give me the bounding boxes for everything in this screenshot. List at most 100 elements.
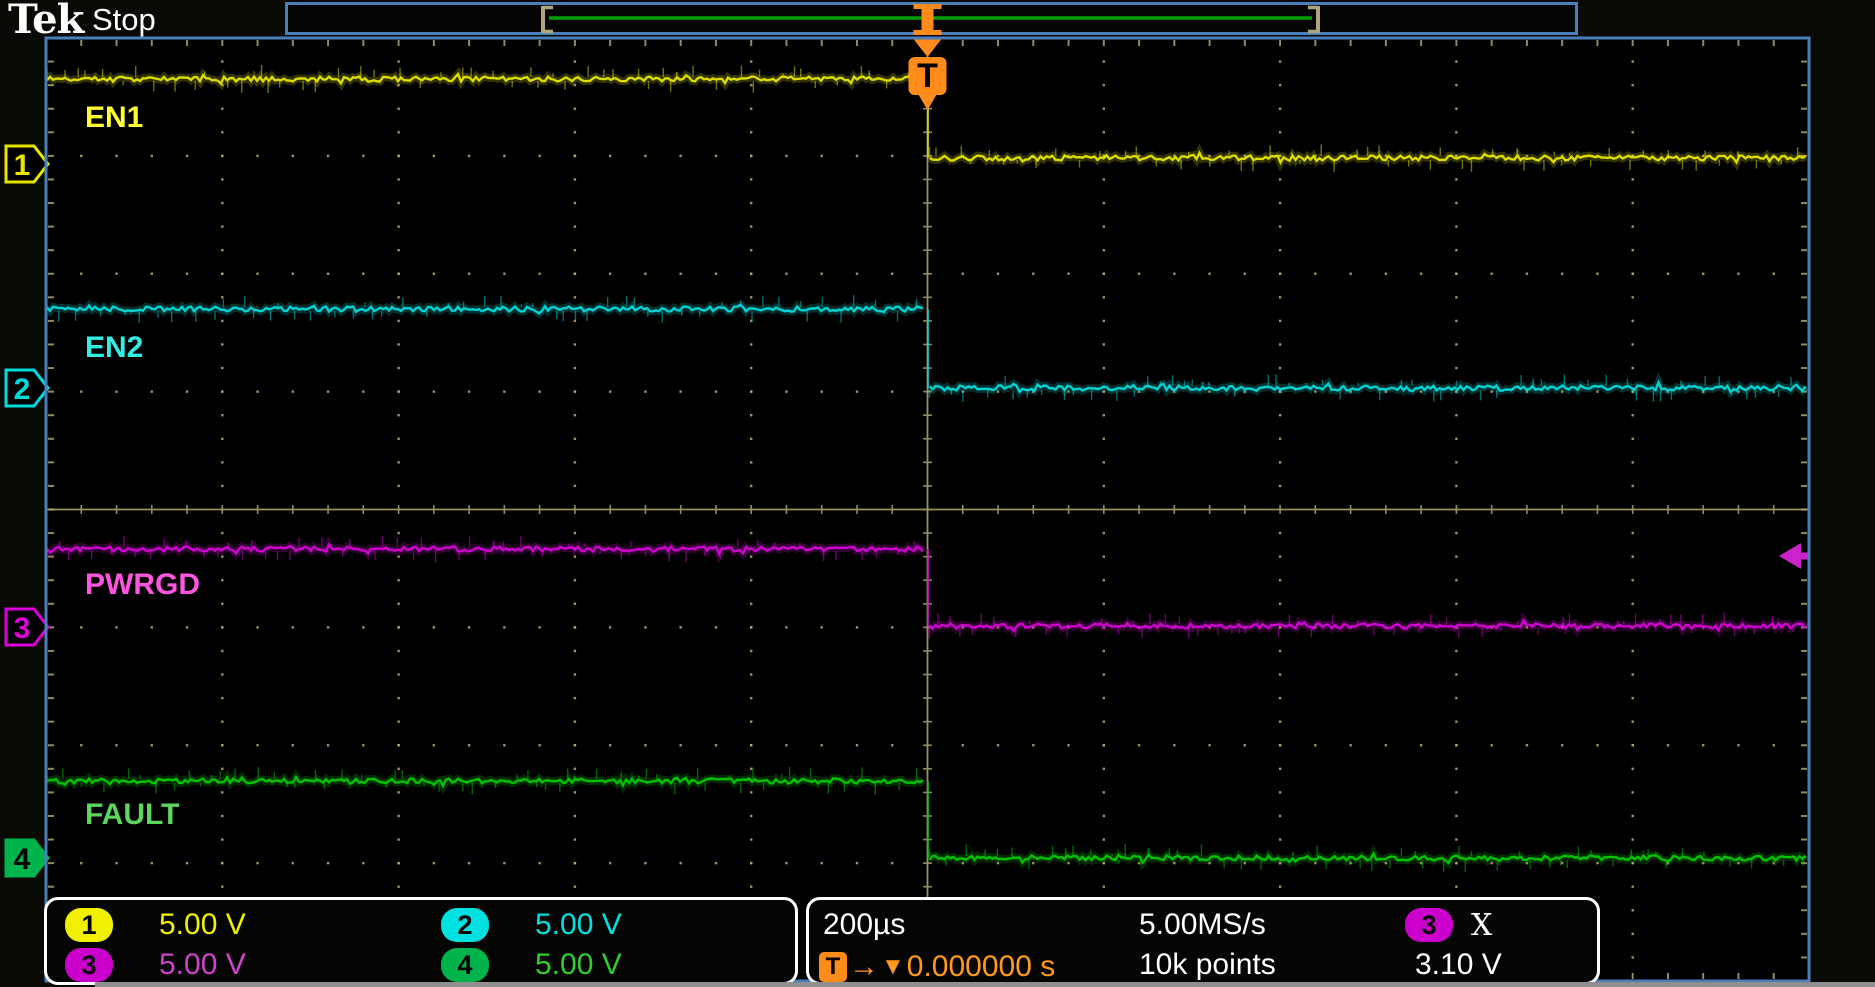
gridline-dot — [574, 343, 576, 345]
gridline-dot — [750, 673, 752, 675]
gridline-dot — [1173, 390, 1175, 392]
gridline-dot — [1103, 273, 1105, 275]
gridline-dot — [221, 273, 223, 275]
gridline-dot — [397, 178, 399, 180]
ch2-position-marker[interactable] — [6, 370, 48, 406]
gridline-dot — [1632, 791, 1634, 793]
gridline-dot — [397, 390, 399, 392]
gridline-dot — [1526, 744, 1528, 746]
gridline-dot — [221, 886, 223, 888]
gridline-dot — [750, 744, 752, 746]
gridline-dot — [1103, 579, 1105, 581]
gridline-dot — [1385, 744, 1387, 746]
ch3-position-marker[interactable] — [6, 609, 48, 645]
trigger-t-badge[interactable] — [909, 57, 947, 95]
gridline-dot — [1455, 438, 1457, 440]
gridline-dot — [468, 155, 470, 157]
gridline-dot — [679, 744, 681, 746]
trigger-level-arrow[interactable] — [1779, 543, 1801, 569]
gridline-dot — [503, 155, 505, 157]
gridline-dot — [1314, 155, 1316, 157]
gridline-dot — [1632, 886, 1634, 888]
gridline-dot — [750, 697, 752, 699]
tek-logo: Tek — [8, 0, 83, 43]
gridline-dot — [644, 273, 646, 275]
ch2-badge[interactable]: 2 — [441, 908, 489, 942]
gridline-dot — [1173, 744, 1175, 746]
gridline-dot — [1103, 108, 1105, 110]
gridline-dot — [1067, 626, 1069, 628]
gridline-dot — [151, 862, 153, 864]
gridline-dot — [715, 744, 717, 746]
gridline-dot — [997, 626, 999, 628]
ch4-position-marker[interactable] — [6, 840, 48, 876]
gridline-dot — [80, 862, 82, 864]
gridline-dot — [221, 579, 223, 581]
gridline-dot — [433, 155, 435, 157]
gridline-dot — [327, 862, 329, 864]
gridline-dot — [1208, 390, 1210, 392]
gridline-dot — [1279, 320, 1281, 322]
trigger-source-badge[interactable]: 3 — [1405, 908, 1453, 942]
gridline-dot — [1103, 697, 1105, 699]
gridline-dot — [1385, 390, 1387, 392]
gridline-dot — [1632, 626, 1634, 628]
ch1-position-marker[interactable] — [6, 146, 48, 182]
gridline-dot — [1455, 862, 1457, 864]
gridline-dot — [1349, 273, 1351, 275]
gridline-dot — [221, 225, 223, 227]
oscilloscope-screen: EN1EN2PWRGDFAULTT1234 Tek Stop 1 5.00 V … — [0, 0, 1875, 987]
gridline-dot — [574, 367, 576, 369]
trigger-position-readout: T → ▼ 0.000000 s — [819, 950, 1055, 984]
gridline-dot — [574, 178, 576, 180]
ch1-scale: 5.00 V — [159, 908, 246, 942]
gridline-dot — [1455, 532, 1457, 534]
gridline-dot — [397, 886, 399, 888]
record-length-readout: 10k points — [1139, 948, 1276, 982]
gridline-dot — [574, 108, 576, 110]
gridline-dot — [1737, 390, 1739, 392]
gridline-dot — [750, 367, 752, 369]
gridline-dot — [397, 155, 399, 157]
gridline-dot — [397, 225, 399, 227]
gridline-dot — [397, 414, 399, 416]
gridline-dot — [1632, 155, 1634, 157]
gridline-dot — [1773, 155, 1775, 157]
gridline-dot — [750, 461, 752, 463]
gridline-dot — [1103, 155, 1105, 157]
ch4-badge[interactable]: 4 — [441, 948, 489, 982]
gridline-dot — [609, 626, 611, 628]
gridline-dot — [538, 862, 540, 864]
gridline-dot — [151, 390, 153, 392]
gridline-dot — [397, 673, 399, 675]
gridline-dot — [1632, 744, 1634, 746]
gridline-dot — [1103, 508, 1105, 510]
gridline-dot — [1420, 390, 1422, 392]
gridline-dot — [644, 862, 646, 864]
gridline-dot — [574, 131, 576, 133]
gridline-dot — [221, 673, 223, 675]
gridline-dot — [1667, 155, 1669, 157]
gridline-dot — [574, 697, 576, 699]
gridline-dot — [574, 485, 576, 487]
ch3-badge[interactable]: 3 — [65, 948, 113, 982]
trigger-t-badge-letter: T — [917, 57, 938, 95]
gridline-dot — [785, 390, 787, 392]
gridline-dot — [503, 744, 505, 746]
gridline-dot — [397, 296, 399, 298]
gridline-dot — [292, 744, 294, 746]
gridline-dot — [433, 862, 435, 864]
gridline-dot — [1279, 838, 1281, 840]
gridline-dot — [221, 131, 223, 133]
gridline-dot — [574, 438, 576, 440]
gridline-dot — [1279, 862, 1281, 864]
ch1-badge[interactable]: 1 — [65, 908, 113, 942]
gridline-dot — [397, 768, 399, 770]
gridline-dot — [926, 862, 928, 864]
gridline-dot — [1349, 862, 1351, 864]
gridline-dot — [1279, 579, 1281, 581]
gridline-dot — [1279, 673, 1281, 675]
gridline-dot — [1244, 390, 1246, 392]
gridline-dot — [715, 626, 717, 628]
gridline-dot — [1208, 155, 1210, 157]
